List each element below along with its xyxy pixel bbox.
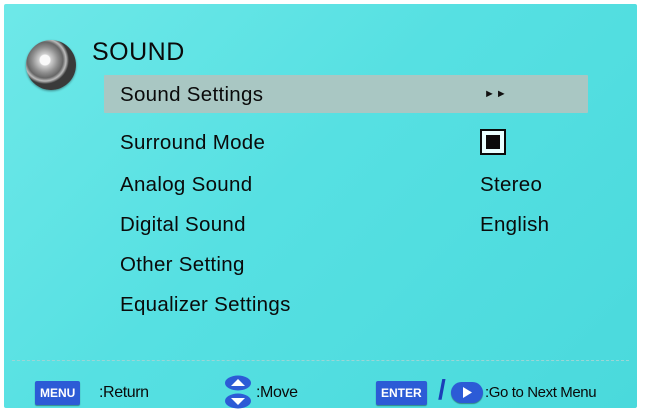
sound-menu-panel: SOUND Sound Settings ►► Surround Mode An… xyxy=(4,4,637,409)
up-down-arrows-icon[interactable] xyxy=(224,375,252,409)
menu-key-button[interactable]: MENU xyxy=(35,381,81,405)
menu-item-sound-settings[interactable]: Sound Settings ►► xyxy=(104,75,588,113)
menu-item-label: Sound Settings xyxy=(120,83,264,106)
play-right-icon xyxy=(463,387,472,398)
menu-item-label: Equalizer Settings xyxy=(120,293,291,316)
enter-key-button[interactable]: ENTER xyxy=(376,381,427,405)
right-arrow-key-button[interactable] xyxy=(451,382,483,403)
move-hint: :Move xyxy=(256,384,298,401)
sound-menu-list: Sound Settings ►► Surround Mode Analog S… xyxy=(4,4,637,408)
footer-hints: MENU :Return :Move ENTER / :Go to Next M… xyxy=(4,372,637,412)
submenu-arrow-icon: ►► xyxy=(484,88,508,100)
menu-item-value: English xyxy=(480,213,550,236)
menu-item-label: Analog Sound xyxy=(120,173,253,196)
menu-item-label: Surround Mode xyxy=(120,131,266,154)
next-menu-hint: :Go to Next Menu xyxy=(485,384,597,401)
checkbox-checked-icon xyxy=(486,135,500,149)
surround-mode-checkbox[interactable] xyxy=(480,129,506,155)
menu-item-analog-sound[interactable]: Analog Sound Stereo xyxy=(104,165,588,203)
menu-item-equalizer-settings[interactable]: Equalizer Settings xyxy=(104,285,588,323)
menu-item-digital-sound[interactable]: Digital Sound English xyxy=(104,205,588,243)
menu-item-value: Stereo xyxy=(480,173,543,196)
menu-item-label: Other Setting xyxy=(120,253,245,276)
menu-item-label: Digital Sound xyxy=(120,213,246,236)
footer-divider xyxy=(12,360,629,361)
menu-item-surround-mode[interactable]: Surround Mode xyxy=(104,123,588,161)
return-hint: :Return xyxy=(99,384,149,401)
key-separator: / xyxy=(438,374,446,405)
menu-item-other-setting[interactable]: Other Setting xyxy=(104,245,588,283)
